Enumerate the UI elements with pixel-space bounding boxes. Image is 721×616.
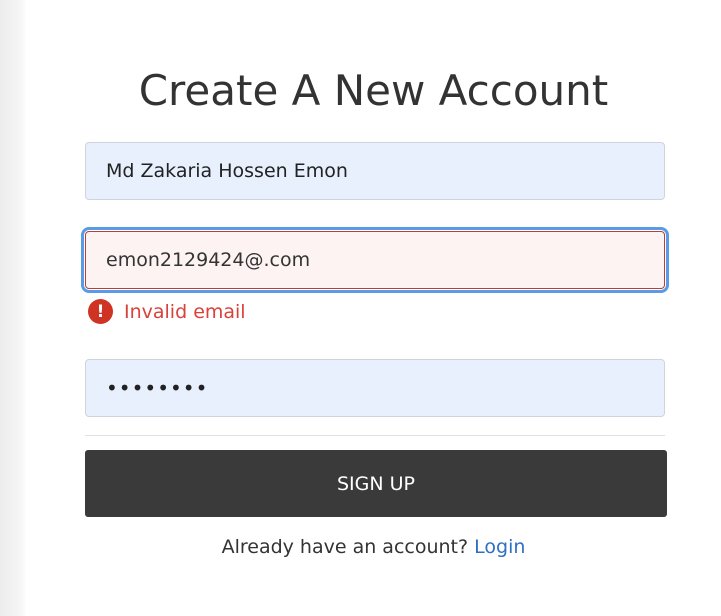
page: Create A New Account Md Zakaria Hossen E… <box>0 0 721 616</box>
password-input[interactable]: •••••••• <box>85 359 665 417</box>
divider <box>85 435 665 436</box>
login-link[interactable]: Login <box>474 536 525 558</box>
name-input[interactable]: Md Zakaria Hossen Emon <box>85 142 665 200</box>
name-input-value: Md Zakaria Hossen Emon <box>106 160 348 182</box>
email-error-text: Invalid email <box>124 300 246 323</box>
password-input-value: •••••••• <box>106 376 209 400</box>
exclamation-circle-icon: ! <box>88 299 113 324</box>
signup-card: Create A New Account Md Zakaria Hossen E… <box>26 0 721 616</box>
email-input[interactable]: emon2129424@.com <box>81 227 669 293</box>
email-error-message: ! Invalid email <box>88 299 246 324</box>
login-prompt-text: Already have an account? <box>221 536 475 558</box>
email-input-value: emon2129424@.com <box>106 249 311 271</box>
sign-up-button[interactable]: SIGN UP <box>85 450 667 517</box>
page-title: Create A New Account <box>138 66 609 115</box>
login-prompt: Already have an account? Login <box>26 536 721 558</box>
